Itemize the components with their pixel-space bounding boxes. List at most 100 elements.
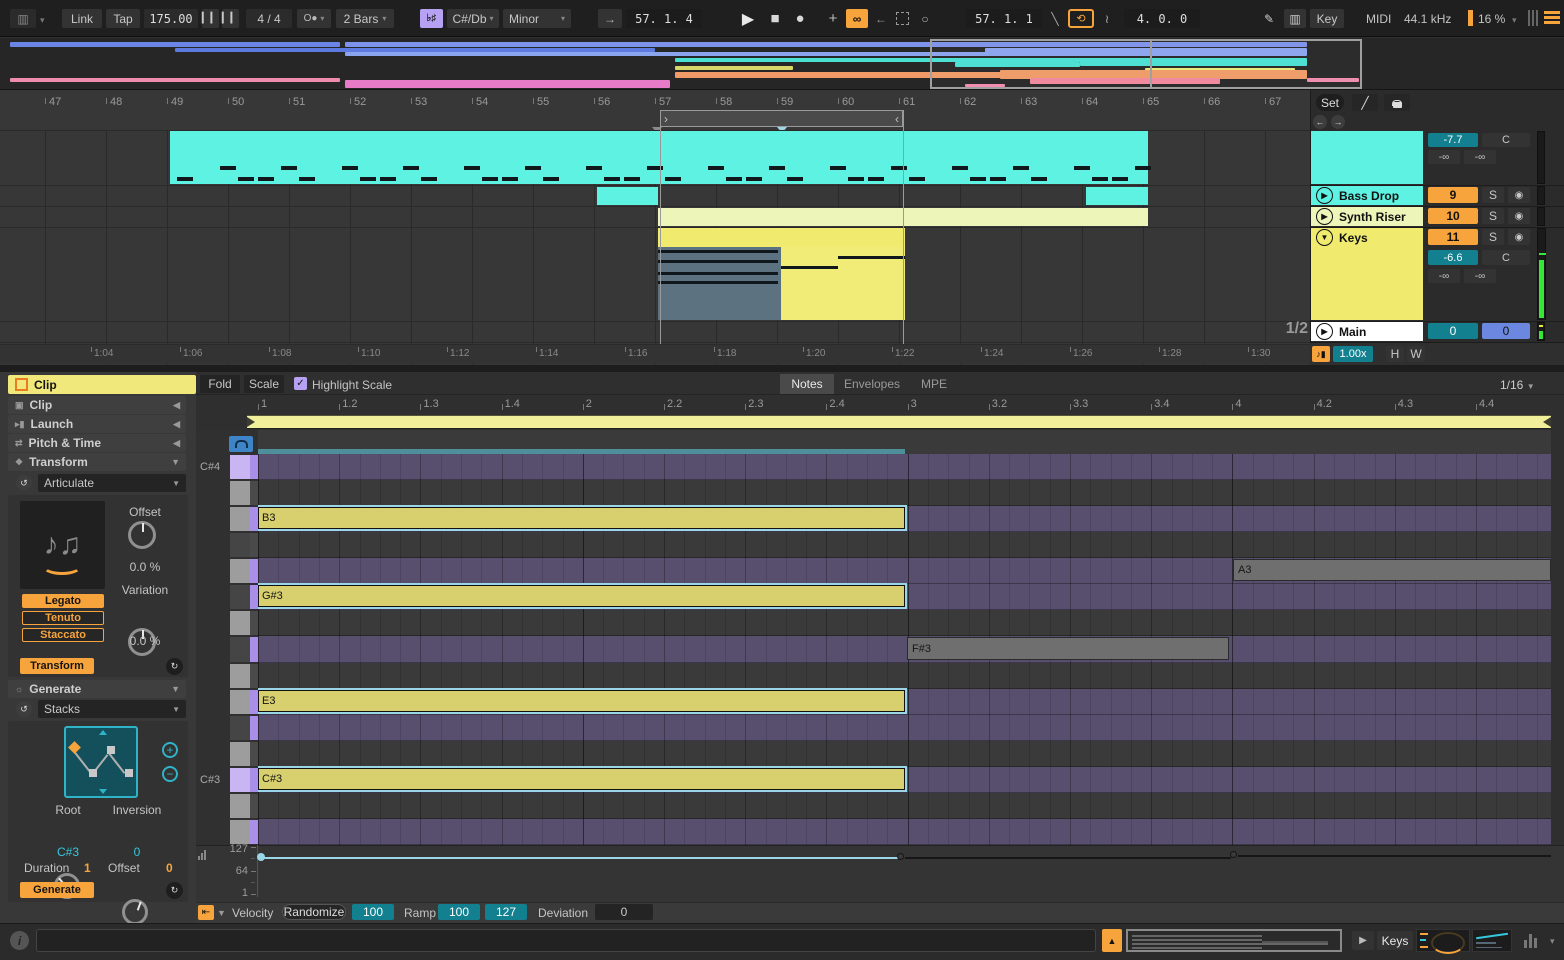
groove-pool-icon[interactable]: O●▾ [297,9,331,28]
note-row-D#3[interactable] [258,715,1551,741]
loop-start-arrow-icon[interactable] [247,417,255,427]
tab-mpe[interactable]: MPE [910,374,958,394]
offset-value[interactable]: 0.0 % [110,560,180,574]
fade-in-icon[interactable]: ≀ [1098,9,1116,28]
drums-send-a[interactable]: -∞ [1428,150,1460,164]
piano-key-G3[interactable] [230,611,250,635]
status-input[interactable] [36,929,1096,952]
circle-icon[interactable]: ○ [916,9,934,28]
drums-send-b[interactable]: -∞ [1464,150,1496,164]
section-launch[interactable]: ▸▮Launch◀ [8,415,186,433]
piano-key-B2[interactable] [230,820,250,844]
piano-keys[interactable]: C#4C#3 [196,430,258,845]
legato-button[interactable]: Legato [22,594,104,608]
tab-notes[interactable]: Notes [780,374,834,394]
scroll-right-icon[interactable]: → [1331,115,1345,129]
velocity-line-selected[interactable] [260,857,900,859]
section-transform[interactable]: ❖Transform▼ [8,453,186,471]
stacks-root-handle[interactable] [68,741,81,754]
follow-icon[interactable]: → [598,9,622,28]
deviation-value[interactable]: 0 [595,904,653,920]
window-icon[interactable]: ▥ [10,9,36,28]
audition-icon[interactable]: ♪▮ [1312,346,1330,362]
stacks-graphic[interactable] [64,726,138,798]
randomize-amount[interactable]: 100 [352,904,394,920]
velocity-line-2[interactable] [905,857,1231,859]
clip-loop-bar[interactable] [247,415,1551,429]
piano-key-C4[interactable] [230,481,250,505]
zoom-height-button[interactable]: H [1386,346,1404,362]
track-header-synth-riser[interactable]: ▶Synth Riser [1311,207,1423,226]
ramp-to[interactable]: 127 [485,904,527,920]
arrangement-bar-ruler[interactable]: 4748495051525354555657585960616263646566… [0,92,1310,116]
highlight-scale-checkbox[interactable]: ✓ [294,377,307,390]
tab-envelopes[interactable]: Envelopes [838,374,906,394]
inversion-knob[interactable] [122,899,148,925]
midi-note[interactable]: B3 [258,507,905,529]
root-value[interactable]: C#3 [38,845,98,859]
arrangement-time-ruler[interactable]: 1:041:061:081:101:121:141:161:181:201:22… [0,344,1310,364]
section-clip[interactable]: ▣Clip◀ [8,396,186,414]
tap-button[interactable]: Tap [106,9,140,28]
note-row-F#3[interactable] [258,636,1551,662]
zoom-width-button[interactable]: W [1407,346,1425,362]
arrangement-loop-brace[interactable]: ›‹ [660,110,903,127]
quantize-menu[interactable]: 2 Bars▾ [336,9,394,28]
scroll-left-icon[interactable]: ← [1313,115,1327,129]
keys-volume[interactable]: -6.6 [1428,250,1478,265]
keys-solo-button[interactable]: S [1482,229,1504,245]
scale-root-menu[interactable]: C#/Db▾ [447,9,499,28]
track-header-main[interactable]: ▶Main [1311,322,1423,341]
section-pitch-time[interactable]: ⇄Pitch & Time◀ [8,434,186,452]
midi-label[interactable]: MIDI [1366,12,1391,26]
record-button[interactable]: ● [789,8,811,29]
loop-end-arrow-icon[interactable] [1543,417,1551,427]
piano-key-D3[interactable] [230,742,250,766]
piano-key-E3[interactable] [230,690,250,714]
keyboard-icon[interactable]: ▥ [1284,9,1306,28]
track-header-keys[interactable]: ▼Keys [1311,228,1423,320]
device-thumbnail-1[interactable] [1416,929,1470,952]
preview-headphone-button[interactable] [229,436,253,452]
keys-clip-body-right[interactable] [781,247,905,320]
bass-solo-button[interactable]: S [1482,187,1504,203]
midi-note[interactable]: C#3 [258,768,905,790]
back-to-arrangement-icon[interactable]: ← [872,9,890,28]
stop-button[interactable]: ■ [764,8,786,29]
piano-key-C3[interactable] [230,794,250,818]
overview-viewport[interactable] [930,39,1362,89]
inversion-value[interactable]: 0 [104,845,170,859]
bass-drop-clip-2[interactable] [1086,187,1148,205]
bass-midi-channel[interactable]: 9 [1428,187,1478,203]
loop-length-field[interactable]: 4. 0. 0 [1124,9,1200,28]
note-row-G3[interactable] [258,610,1551,636]
keys-clip-header[interactable] [658,228,905,247]
velocity-lane[interactable] [196,845,1564,902]
window-caret-icon[interactable]: ▾ [40,15,45,26]
menu-icon[interactable] [1544,11,1560,25]
velocity-point-2[interactable] [897,853,904,860]
device-thumbnail-2[interactable] [1472,929,1512,952]
keys-send-a[interactable]: -∞ [1428,269,1460,283]
generate-apply-button[interactable]: Generate [20,882,94,898]
main-pan[interactable]: 0 [1482,323,1530,339]
set-button[interactable]: Set [1316,94,1344,111]
midi-note[interactable]: E3 [258,690,905,712]
footer-caret-icon[interactable]: ▾ [1550,936,1555,947]
playback-speed-field[interactable]: 1.00x [1333,346,1373,362]
piano-key-D#3[interactable] [230,716,250,740]
drums-pan[interactable]: C [1482,133,1530,147]
articulate-dropdown[interactable]: Articulate▼ [38,474,186,492]
piano-key-A#3[interactable] [230,533,250,557]
main-volume[interactable]: 0 [1428,323,1478,339]
clip-overview-minimap[interactable] [1126,929,1342,952]
generate-reroll-icon[interactable]: ↻ [166,882,183,899]
ghost-note[interactable]: A3 [1233,559,1551,581]
key-map-button[interactable]: Key [1310,9,1344,28]
draw-mode-icon[interactable]: ✎ [1258,9,1280,28]
generate-refresh-icon[interactable]: ↺ [16,701,32,717]
note-row-C4[interactable] [258,480,1551,506]
nudge-down-icon[interactable]: ▎▎ [202,9,219,28]
piano-key-B3[interactable] [230,507,250,531]
drums-volume[interactable]: -7.7 [1428,133,1478,147]
